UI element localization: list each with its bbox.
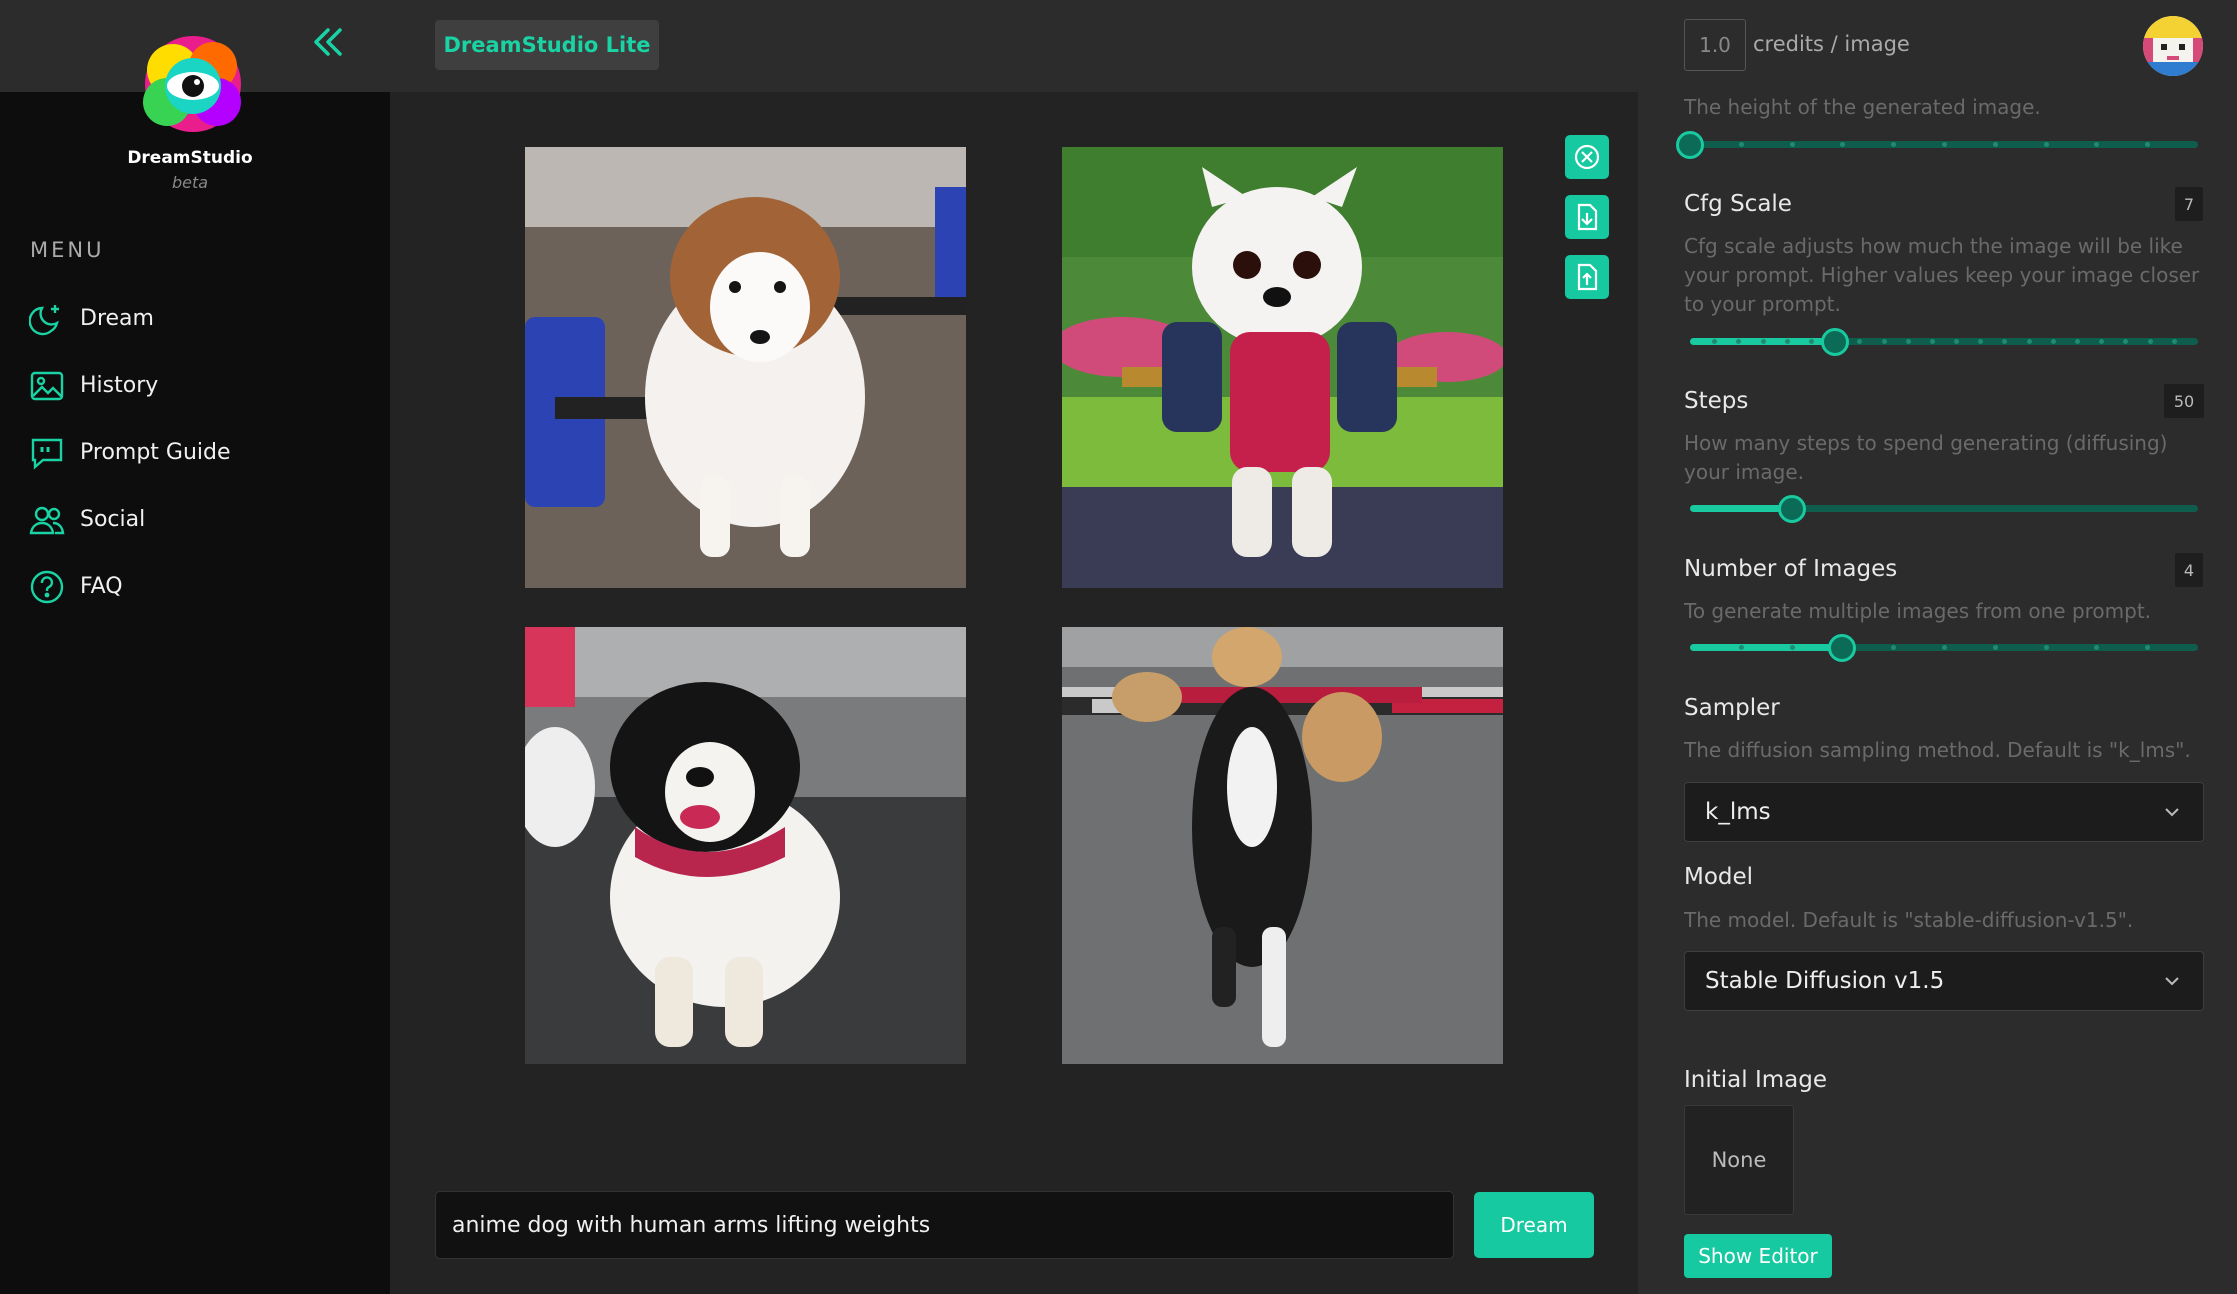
- slider-tick: [2043, 142, 2049, 147]
- slider-tick: [2043, 645, 2049, 650]
- model-description: The model. Default is "stable-diffusion-…: [1684, 908, 2134, 932]
- cfg-slider[interactable]: [1690, 328, 2198, 356]
- slider-tick: [1942, 645, 1947, 650]
- brand-name: DreamStudio: [127, 148, 253, 168]
- cfg-label: Cfg Scale: [1684, 191, 1792, 217]
- show-editor-button[interactable]: Show Editor: [1684, 1234, 1832, 1278]
- sidebar-item-label: FAQ: [80, 574, 123, 599]
- slider-tick: [1789, 142, 1795, 147]
- chevron-down-icon: [2165, 977, 2179, 986]
- slider-tick: [1992, 645, 1998, 650]
- slider-tick: [1738, 645, 1744, 650]
- model-label: Model: [1684, 864, 1754, 890]
- sidebar-item-social[interactable]: Social: [28, 486, 368, 553]
- sidebar-item-label: Dream: [80, 306, 154, 331]
- generated-image-3[interactable]: [525, 627, 966, 1064]
- slider-tick: [1905, 339, 1911, 344]
- sidebar: DreamStudio beta MENU Dream History Prom…: [0, 0, 390, 1294]
- sidebar-item-label: Prompt Guide: [80, 440, 231, 465]
- slider-fill: [1690, 505, 1792, 512]
- images-value-badge: 4: [2175, 553, 2203, 587]
- slider-tick: [2147, 339, 2153, 344]
- sampler-label: Sampler: [1684, 695, 1780, 721]
- credits-value: 1.0: [1684, 19, 1746, 71]
- upload-file-icon: [1577, 263, 1598, 291]
- dreamstudio-logo[interactable]: [133, 30, 253, 138]
- cfg-value-badge: 7: [2175, 187, 2203, 221]
- model-selected-value: Stable Diffusion v1.5: [1705, 968, 1945, 994]
- generated-image-2[interactable]: [1062, 147, 1503, 588]
- height-description: The height of the generated image.: [1684, 95, 2041, 119]
- slider-handle[interactable]: [1676, 131, 1704, 159]
- credits-label: credits / image: [1753, 32, 1910, 56]
- model-select[interactable]: Stable Diffusion v1.5: [1684, 951, 2204, 1011]
- sidebar-item-label: History: [80, 373, 159, 398]
- slider-tick: [1881, 339, 1887, 344]
- initial-image-dropzone[interactable]: None: [1684, 1105, 1794, 1215]
- image-gallery-icon: [28, 367, 66, 405]
- initial-image-label: Initial Image: [1684, 1067, 1827, 1093]
- images-description: To generate multiple images from one pro…: [1684, 599, 2152, 623]
- users-icon: [28, 501, 66, 539]
- generated-image-4[interactable]: [1062, 627, 1503, 1064]
- app-title: DreamStudio Lite: [435, 20, 659, 70]
- sampler-select[interactable]: k_lms: [1684, 782, 2204, 842]
- slider-tick: [1992, 142, 1998, 147]
- app-root: DreamStudio beta MENU Dream History Prom…: [0, 0, 2237, 1294]
- initial-image-value: None: [1711, 1148, 1767, 1172]
- slider-tick: [2026, 339, 2032, 344]
- steps-slider[interactable]: [1690, 495, 2198, 523]
- slider-tick: [1942, 142, 1947, 147]
- collapse-sidebar-button[interactable]: [310, 24, 346, 60]
- steps-value-badge: 50: [2164, 384, 2204, 418]
- slider-tick: [1784, 339, 1790, 344]
- slider-tick: [2171, 339, 2177, 344]
- menu-heading: MENU: [30, 238, 105, 262]
- chevron-down-icon: [2165, 808, 2179, 817]
- images-label: Number of Images: [1684, 556, 1898, 582]
- height-slider[interactable]: [1676, 131, 2198, 159]
- quote-bubble-icon: [28, 434, 66, 472]
- slider-tick: [1789, 645, 1795, 650]
- sidebar-item-faq[interactable]: FAQ: [28, 553, 368, 620]
- brand-subtitle: beta: [171, 173, 209, 192]
- slider-tick: [2050, 339, 2056, 344]
- download-file-icon: [1577, 203, 1598, 231]
- close-circle-icon: [1574, 144, 1600, 170]
- images-slider[interactable]: [1690, 634, 2198, 662]
- clear-images-button[interactable]: [1565, 135, 1609, 179]
- slider-handle[interactable]: [1777, 495, 1806, 523]
- prompt-input[interactable]: [435, 1191, 1454, 1259]
- slider-handle[interactable]: [1821, 328, 1850, 356]
- sidebar-item-dream[interactable]: Dream: [28, 285, 368, 352]
- slider-tick: [1808, 339, 1814, 344]
- sidebar-item-history[interactable]: History: [28, 352, 368, 419]
- upload-button[interactable]: [1565, 255, 1609, 299]
- sidebar-nav: Dream History Prompt Guide Social FAQ: [28, 285, 368, 620]
- moon-sparkle-icon: [28, 300, 66, 338]
- user-avatar[interactable]: [2143, 16, 2203, 76]
- double-chevron-left-icon: [314, 28, 342, 56]
- generated-image-1[interactable]: [525, 147, 966, 588]
- slider-tick: [1738, 142, 1744, 147]
- sampler-description: The diffusion sampling method. Default i…: [1684, 738, 2191, 762]
- slider-tick: [1929, 339, 1935, 344]
- slider-tick: [1760, 339, 1766, 344]
- slider-fill: [1690, 644, 1843, 651]
- cfg-description: Cfg scale adjusts how much the image wil…: [1684, 234, 2200, 316]
- question-circle-icon: [28, 568, 66, 606]
- dream-button[interactable]: Dream: [1474, 1192, 1594, 1258]
- steps-description: How many steps to spend generating (diff…: [1684, 431, 2168, 484]
- sampler-selected-value: k_lms: [1705, 799, 1771, 825]
- slider-handle[interactable]: [1828, 634, 1857, 662]
- steps-label: Steps: [1684, 388, 1749, 414]
- sidebar-item-label: Social: [80, 507, 146, 532]
- sidebar-item-prompt-guide[interactable]: Prompt Guide: [28, 419, 368, 486]
- download-button[interactable]: [1565, 195, 1609, 239]
